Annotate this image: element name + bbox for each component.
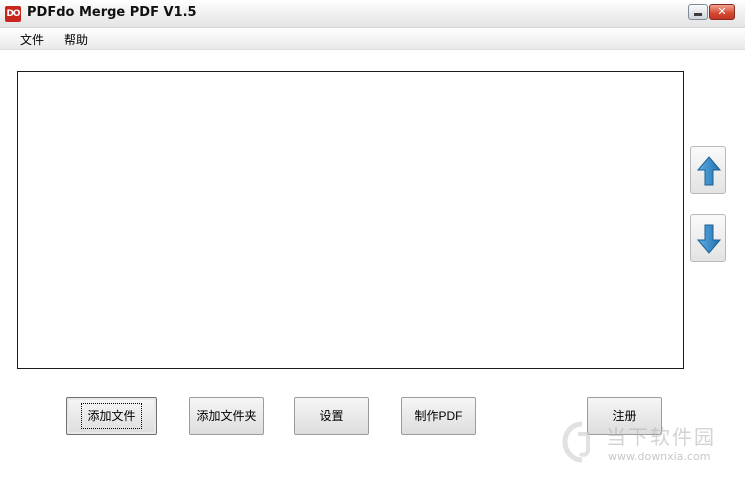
watermark-name: 当下软件园 [606, 425, 716, 449]
file-list[interactable] [17, 71, 684, 369]
close-button[interactable]: ✕ [709, 4, 735, 20]
settings-label: 设置 [319, 409, 344, 423]
menu-bar: 文件 帮助 [0, 28, 745, 50]
watermark-logo-icon [562, 421, 590, 463]
window-title: PDFdo Merge PDF V1.5 [27, 5, 197, 20]
minimize-button[interactable] [688, 4, 708, 20]
add-file-button[interactable]: 添加文件 [66, 397, 157, 435]
menu-help[interactable]: 帮助 [64, 31, 88, 48]
watermark-url: www.downxia.com [608, 450, 711, 463]
watermark: 当下软件园 www.downxia.com [560, 420, 730, 468]
add-folder-label: 添加文件夹 [196, 409, 257, 423]
close-icon: ✕ [717, 5, 727, 18]
move-up-button[interactable] [690, 146, 726, 194]
title-bar: DO PDFdo Merge PDF V1.5 ✕ [0, 0, 745, 28]
add-folder-button[interactable]: 添加文件夹 [189, 397, 264, 435]
make-pdf-label: 制作PDF [414, 409, 463, 423]
app-icon: DO [5, 6, 21, 22]
settings-button[interactable]: 设置 [294, 397, 369, 435]
add-file-label: 添加文件 [81, 403, 142, 429]
make-pdf-button[interactable]: 制作PDF [401, 397, 476, 435]
arrow-up-icon [697, 156, 721, 186]
app-icon-text: DO [6, 9, 20, 19]
move-down-button[interactable] [690, 214, 726, 262]
menu-file[interactable]: 文件 [20, 31, 44, 48]
arrow-down-icon [697, 224, 721, 254]
